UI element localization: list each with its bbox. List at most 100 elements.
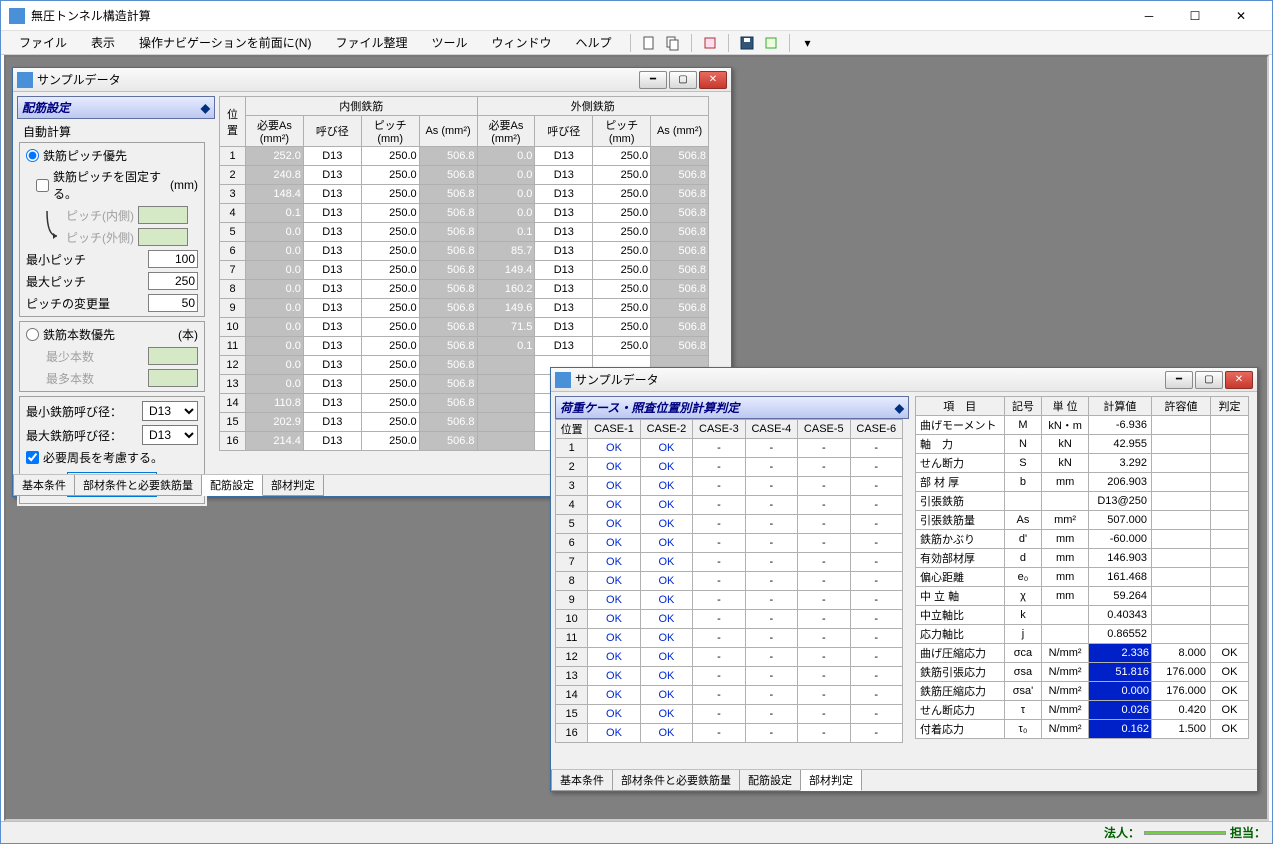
menu-window[interactable]: ウィンドウ — [481, 32, 561, 53]
result-row: 曲げ圧縮応力σcaN/mm²2.3368.000OK — [916, 644, 1249, 663]
result-row: 鉄筋引張応力σsaN/mm²51.816176.000OK — [916, 663, 1249, 682]
case-row[interactable]: 3OKOK---- — [556, 477, 903, 496]
case-row[interactable]: 11OKOK---- — [556, 629, 903, 648]
case-row[interactable]: 5OKOK---- — [556, 515, 903, 534]
tab-member-verdict[interactable]: 部材判定 — [262, 475, 324, 496]
case-row[interactable]: 6OKOK---- — [556, 534, 903, 553]
grid1-row[interactable]: 50.0D13250.0506.80.1D13250.0506.8 — [220, 223, 709, 242]
inner-col-0: 必要As (mm²) — [246, 116, 304, 147]
toolbar-copy-icon[interactable] — [663, 33, 683, 53]
case-row[interactable]: 14OKOK---- — [556, 686, 903, 705]
case-row[interactable]: 13OKOK---- — [556, 667, 903, 686]
case-grid[interactable]: 位置CASE-1CASE-2CASE-3CASE-4CASE-5CASE-6 1… — [555, 419, 903, 743]
case-row[interactable]: 1OKOK---- — [556, 439, 903, 458]
grid1-row[interactable]: 100.0D13250.0506.871.5D13250.0506.8 — [220, 318, 709, 337]
toolbar-export-icon[interactable] — [761, 33, 781, 53]
help-icon[interactable]: ◆ — [895, 401, 904, 415]
toolbar-divider — [630, 34, 631, 52]
menu-nav-front[interactable]: 操作ナビゲーションを前面に(N) — [129, 32, 321, 53]
result-row: 曲げモーメントMkN・m-6.936 — [916, 416, 1249, 435]
help-icon[interactable]: ◆ — [201, 101, 210, 115]
case-row[interactable]: 2OKOK---- — [556, 458, 903, 477]
menu-bar: ファイル 表示 操作ナビゲーションを前面に(N) ファイル整理 ツール ウィンド… — [1, 31, 1272, 55]
main-titlebar: 無圧トンネル構造計算 ─ ☐ ✕ — [1, 1, 1272, 31]
subwin1-close[interactable]: ✕ — [699, 71, 727, 89]
grid1-row[interactable]: 40.1D13250.0506.80.0D13250.0506.8 — [220, 204, 709, 223]
toolbar-save-icon[interactable] — [737, 33, 757, 53]
section-title-case-verdict: 荷重ケース・照査位置別計算判定 ◆ — [555, 396, 909, 419]
maximize-button[interactable]: ☐ — [1172, 1, 1218, 31]
input-pitch-delta[interactable] — [148, 294, 198, 312]
input-min-pitch[interactable] — [148, 250, 198, 268]
input-pitch-inner — [138, 206, 188, 224]
outer-col-1: 呼び径 — [535, 116, 593, 147]
subwin1-minimize[interactable]: ━ — [639, 71, 667, 89]
mdi-workspace: サンプルデータ ━ ▢ ✕ 配筋設定 ◆ 自動計算 — [4, 55, 1269, 821]
result-row: 中立軸比k0.40343 — [916, 606, 1249, 625]
subwin2-title: サンプルデータ — [575, 371, 1165, 388]
toolbar-import-icon[interactable] — [700, 33, 720, 53]
outer-col-3: As (mm²) — [651, 116, 709, 147]
auto-calc-label: 自動計算 — [19, 121, 205, 142]
tab2-basic[interactable]: 基本条件 — [551, 770, 613, 791]
case-row[interactable]: 9OKOK---- — [556, 591, 903, 610]
menu-file-org[interactable]: ファイル整理 — [325, 32, 417, 53]
menu-help[interactable]: ヘルプ — [566, 32, 622, 53]
subwin1-titlebar[interactable]: サンプルデータ ━ ▢ ✕ — [13, 68, 731, 92]
subwin2-maximize[interactable]: ▢ — [1195, 371, 1223, 389]
subwin2-close[interactable]: ✕ — [1225, 371, 1253, 389]
menu-tools[interactable]: ツール — [421, 32, 477, 53]
grid1-row[interactable]: 80.0D13250.0506.8160.2D13250.0506.8 — [220, 280, 709, 299]
check-fix-pitch[interactable] — [36, 179, 49, 192]
subwin2-minimize[interactable]: ━ — [1165, 371, 1193, 389]
radio-count-priority[interactable] — [26, 328, 39, 341]
case-row[interactable]: 15OKOK---- — [556, 705, 903, 724]
input-min-count — [148, 347, 198, 365]
toolbar-divider — [789, 34, 790, 52]
minimize-button[interactable]: ─ — [1126, 1, 1172, 31]
tab2-rebar[interactable]: 配筋設定 — [739, 770, 801, 791]
select-max-dia[interactable]: D13 — [142, 425, 198, 445]
tab-member[interactable]: 部材条件と必要鉄筋量 — [74, 475, 202, 496]
case-row[interactable]: 10OKOK---- — [556, 610, 903, 629]
tab-basic[interactable]: 基本条件 — [13, 475, 75, 496]
result-row: せん断応力τN/mm²0.0260.420OK — [916, 701, 1249, 720]
input-max-pitch[interactable] — [148, 272, 198, 290]
status-hojin-label: 法人： — [1104, 824, 1140, 841]
grid1-row[interactable]: 2240.8D13250.0506.80.0D13250.0506.8 — [220, 166, 709, 185]
case-row[interactable]: 7OKOK---- — [556, 553, 903, 572]
subwin2-titlebar[interactable]: サンプルデータ ━ ▢ ✕ — [551, 368, 1257, 392]
result-row: 偏心距離e₀mm161.468 — [916, 568, 1249, 587]
grid1-row[interactable]: 110.0D13250.0506.80.1D13250.0506.8 — [220, 337, 709, 356]
select-min-dia[interactable]: D13 — [142, 401, 198, 421]
menu-file[interactable]: ファイル — [9, 32, 77, 53]
result-row: 部 材 厚bmm206.903 — [916, 473, 1249, 492]
grid1-row[interactable]: 90.0D13250.0506.8149.6D13250.0506.8 — [220, 299, 709, 318]
case-row[interactable]: 4OKOK---- — [556, 496, 903, 515]
case-row[interactable]: 12OKOK---- — [556, 648, 903, 667]
case-row[interactable]: 16OKOK---- — [556, 724, 903, 743]
subwin1-maximize[interactable]: ▢ — [669, 71, 697, 89]
toolbar-dropdown-icon[interactable]: ▾ — [798, 33, 818, 53]
grid1-row[interactable]: 70.0D13250.0506.8149.4D13250.0506.8 — [220, 261, 709, 280]
grid1-row[interactable]: 3148.4D13250.0506.80.0D13250.0506.8 — [220, 185, 709, 204]
check-perimeter[interactable] — [26, 451, 39, 464]
menu-view[interactable]: 表示 — [81, 32, 125, 53]
result-row: 鉄筋圧縮応力σsa'N/mm²0.000176.000OK — [916, 682, 1249, 701]
toolbar-divider — [728, 34, 729, 52]
result-row: 中 立 軸χmm59.264 — [916, 587, 1249, 606]
toolbar-new-icon[interactable] — [639, 33, 659, 53]
grid1-row[interactable]: 1252.0D13250.0506.80.0D13250.0506.8 — [220, 147, 709, 166]
tab2-member[interactable]: 部材条件と必要鉄筋量 — [612, 770, 740, 791]
outer-col-0: 必要As (mm²) — [477, 116, 535, 147]
close-button[interactable]: ✕ — [1218, 1, 1264, 31]
tab2-verdict[interactable]: 部材判定 — [800, 770, 862, 791]
subwin2-icon — [555, 372, 571, 388]
results-grid: 項 目記号単 位計算値許容値判定 曲げモーメントMkN・m-6.936軸 力Nk… — [915, 396, 1249, 739]
tab-rebar-settings[interactable]: 配筋設定 — [201, 475, 263, 496]
radio-pitch-priority[interactable] — [26, 149, 39, 162]
result-row: 有効部材厚dmm146.903 — [916, 549, 1249, 568]
case-row[interactable]: 8OKOK---- — [556, 572, 903, 591]
subwin1-icon — [17, 72, 33, 88]
grid1-row[interactable]: 60.0D13250.0506.885.7D13250.0506.8 — [220, 242, 709, 261]
